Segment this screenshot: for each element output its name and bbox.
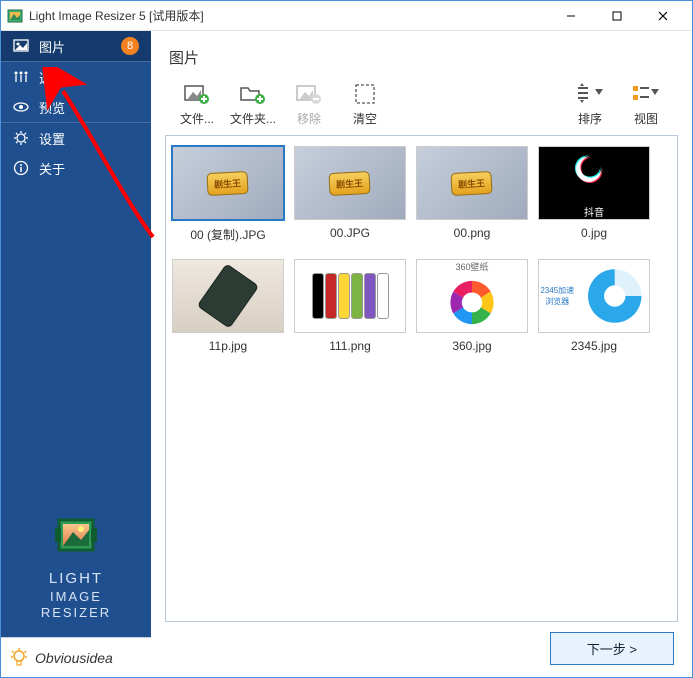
sidebar-item-3[interactable]: 设置 [1, 123, 151, 153]
sidebar-item-0[interactable]: 图片 8 [1, 31, 151, 61]
sidebar-item-label: 预览 [39, 98, 65, 117]
sidebar-item-2[interactable]: 预览 [1, 92, 151, 122]
remove-icon [281, 80, 337, 108]
lightbulb-icon [9, 647, 29, 669]
file-thumbnail: 剧生王 [416, 146, 528, 220]
file-thumbnail [172, 259, 284, 333]
sort-button[interactable]: 排序 [562, 80, 618, 127]
file-name: 0.jpg [538, 226, 650, 240]
file-item[interactable]: 剧生王 00.JPG [294, 146, 406, 243]
clear-icon [337, 80, 393, 108]
file-name: 00 (复制).JPG [172, 226, 284, 243]
eye-icon [13, 99, 29, 115]
gear-icon [13, 130, 29, 146]
file-item[interactable]: 360壁纸 360.jpg [416, 259, 528, 353]
files-panel: 剧生王 00 (复制).JPG 剧生王 00.JPG 剧生王 00.png 抖音 0.jpg 1… [165, 135, 678, 622]
brand-logo-block: LIGHT IMAGE RESIZER [1, 504, 151, 637]
obviousidea-link[interactable]: Obviousidea [1, 637, 151, 677]
file-thumbnail: 剧生王 [172, 146, 284, 220]
file-item[interactable]: 11p.jpg [172, 259, 284, 353]
file-thumbnail: 抖音 [538, 146, 650, 220]
sidebar-item-4[interactable]: 关于 [1, 153, 151, 183]
titlebar: Light Image Resizer 5 [试用版本] [1, 1, 692, 31]
file-name: 111.png [294, 339, 406, 353]
app-icon [7, 8, 23, 24]
app-window: Light Image Resizer 5 [试用版本] 图片 8 选项预览设置关于 [0, 0, 693, 678]
footer: 下一步 > [165, 622, 678, 667]
main-panel: 图片 文件... 文件夹... [151, 31, 692, 677]
file-name: 00.JPG [294, 226, 406, 240]
window-controls [548, 1, 686, 31]
add-folder-icon [225, 80, 281, 108]
add-file-icon [169, 80, 225, 108]
file-item[interactable]: 2345加速浏览器 2345.jpg [538, 259, 650, 353]
page-title: 图片 [169, 47, 678, 68]
sidebar-badge: 8 [121, 37, 139, 55]
view-icon [618, 80, 674, 108]
toolbar: 文件... 文件夹... 移除 [165, 80, 678, 135]
brand-text: LIGHT IMAGE RESIZER [1, 570, 151, 621]
remove-button[interactable]: 移除 [281, 80, 337, 127]
file-thumbnail: 360壁纸 [416, 259, 528, 333]
window-title: Light Image Resizer 5 [试用版本] [29, 7, 204, 24]
clear-button[interactable]: 清空 [337, 80, 393, 127]
close-button[interactable] [640, 1, 686, 31]
obviousidea-label: Obviousidea [35, 650, 113, 666]
sliders-icon [13, 69, 29, 85]
file-thumbnail: 2345加速浏览器 [538, 259, 650, 333]
file-grid: 剧生王 00 (复制).JPG 剧生王 00.JPG 剧生王 00.png 抖音 0.jpg 1… [172, 146, 671, 353]
sidebar-item-label: 设置 [39, 129, 65, 148]
body: 图片 8 选项预览设置关于 LIGHT IMAGE RESIZER [1, 31, 692, 677]
maximize-button[interactable] [594, 1, 640, 31]
sidebar-spacer [1, 183, 151, 504]
file-item[interactable]: 剧生王 00.png [416, 146, 528, 243]
file-name: 360.jpg [416, 339, 528, 353]
file-thumbnail [294, 259, 406, 333]
sidebar: 图片 8 选项预览设置关于 LIGHT IMAGE RESIZER [1, 31, 151, 677]
add-folder-button[interactable]: 文件夹... [225, 80, 281, 127]
file-item[interactable]: 111.png [294, 259, 406, 353]
sidebar-item-label: 关于 [39, 159, 65, 178]
brand-logo-icon [51, 514, 101, 560]
sidebar-item-1[interactable]: 选项 [1, 62, 151, 92]
sidebar-item-label: 图片 [39, 37, 65, 56]
file-item[interactable]: 抖音 0.jpg [538, 146, 650, 243]
image-icon [13, 38, 29, 54]
file-name: 2345.jpg [538, 339, 650, 353]
file-name: 11p.jpg [172, 339, 284, 353]
sidebar-item-label: 选项 [39, 68, 65, 87]
file-thumbnail: 剧生王 [294, 146, 406, 220]
info-icon [13, 160, 29, 176]
sort-icon [562, 80, 618, 108]
file-name: 00.png [416, 226, 528, 240]
next-button[interactable]: 下一步 > [550, 632, 674, 665]
minimize-button[interactable] [548, 1, 594, 31]
view-button[interactable]: 视图 [618, 80, 674, 127]
file-item[interactable]: 剧生王 00 (复制).JPG [172, 146, 284, 243]
add-file-button[interactable]: 文件... [169, 80, 225, 127]
